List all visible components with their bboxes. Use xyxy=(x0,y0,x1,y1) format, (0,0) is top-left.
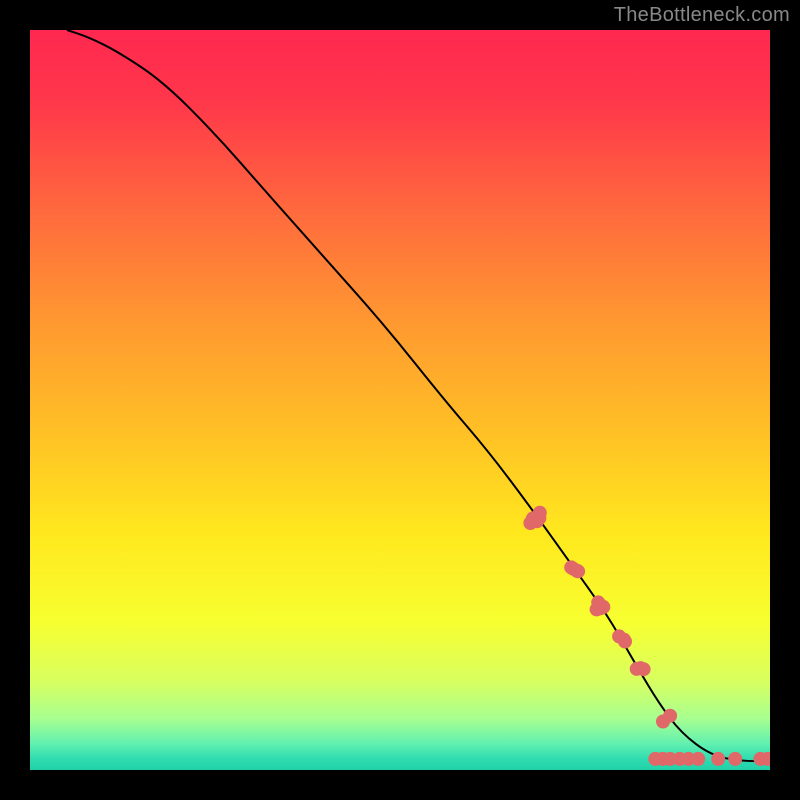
highlight-point xyxy=(711,752,725,766)
plot-svg xyxy=(30,30,770,770)
highlight-point xyxy=(728,752,742,766)
plot-area xyxy=(30,30,770,770)
gradient-background xyxy=(30,30,770,770)
highlight-point xyxy=(612,629,626,643)
highlight-point xyxy=(691,752,705,766)
highlight-point xyxy=(637,662,651,676)
chart-frame: TheBottleneck.com xyxy=(0,0,800,800)
highlight-point xyxy=(564,560,578,574)
highlight-point xyxy=(530,514,544,528)
watermark-text: TheBottleneck.com xyxy=(614,4,790,27)
highlight-point xyxy=(656,715,670,729)
highlight-point xyxy=(591,595,605,609)
